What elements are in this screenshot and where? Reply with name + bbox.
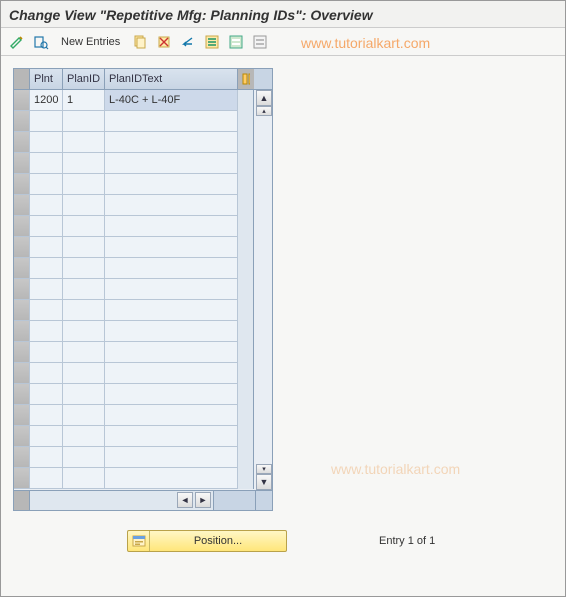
undo-change-icon[interactable] [178, 32, 198, 52]
row-selector[interactable] [14, 384, 30, 405]
row-selector[interactable] [14, 468, 30, 489]
select-all-icon[interactable] [202, 32, 222, 52]
scroll-up-indicator[interactable]: ▴ [256, 106, 272, 116]
data-grid: Plnt PlanID PlanIDText 1200 1 L-40C + L-… [13, 68, 273, 511]
row-selector[interactable] [14, 321, 30, 342]
deselect-all-icon[interactable] [250, 32, 270, 52]
entry-counter: Entry 1 of 1 [379, 535, 435, 547]
copy-as-icon[interactable] [130, 32, 150, 52]
row-selector[interactable] [14, 216, 30, 237]
watermark-text-2: www.tutorialkart.com [331, 461, 460, 477]
hscroll-track[interactable]: ◄ ► [30, 491, 214, 510]
position-label: Position... [150, 535, 286, 547]
cell-plnt[interactable]: 1200 [30, 90, 63, 111]
row-selector[interactable] [14, 132, 30, 153]
position-icon [128, 531, 150, 551]
grid-header: Plnt PlanID PlanIDText [14, 69, 272, 90]
column-config-icon[interactable] [238, 69, 254, 89]
col-planidtext[interactable]: PlanIDText [105, 69, 238, 89]
table-row[interactable]: 1200 1 L-40C + L-40F [14, 90, 272, 111]
footer-corner [14, 491, 30, 510]
scroll-left-button[interactable]: ◄ [177, 492, 193, 508]
footer-end [256, 491, 272, 510]
delete-icon[interactable] [154, 32, 174, 52]
grid-body: 1200 1 L-40C + L-40F [14, 90, 272, 490]
row-selector[interactable] [14, 447, 30, 468]
row-selector[interactable] [14, 300, 30, 321]
cell-planidtext[interactable]: L-40C + L-40F [105, 90, 238, 111]
vscroll-track [238, 90, 254, 111]
page-title: Change View "Repetitive Mfg: Planning ID… [1, 1, 565, 28]
row-selector[interactable] [14, 195, 30, 216]
row-selector[interactable] [14, 426, 30, 447]
footer-spacer [214, 491, 256, 510]
new-entries-button[interactable]: New Entries [55, 34, 126, 50]
col-planid[interactable]: PlanID [63, 69, 105, 89]
row-selector[interactable] [14, 405, 30, 426]
row-selector[interactable] [14, 90, 30, 111]
choose-icon[interactable] [31, 32, 51, 52]
row-selector[interactable] [14, 258, 30, 279]
grid-footer: ◄ ► [14, 490, 272, 510]
row-selector[interactable] [14, 279, 30, 300]
select-all-header[interactable] [14, 69, 30, 89]
select-block-icon[interactable] [226, 32, 246, 52]
footer-bar: Position... Entry 1 of 1 [1, 530, 565, 552]
toolbar: New Entries [1, 28, 565, 56]
scroll-right-button[interactable]: ► [195, 492, 211, 508]
toggle-display-change-icon[interactable] [7, 32, 27, 52]
scroll-down-button[interactable]: ▼ [256, 474, 272, 490]
row-selector[interactable] [14, 237, 30, 258]
position-button[interactable]: Position... [127, 530, 287, 552]
row-selector[interactable] [14, 111, 30, 132]
col-plnt[interactable]: Plnt [30, 69, 63, 89]
app-window: Change View "Repetitive Mfg: Planning ID… [0, 0, 566, 597]
scroll-up-button[interactable]: ▲ [256, 90, 272, 106]
row-selector[interactable] [14, 342, 30, 363]
scroll-down-indicator[interactable]: ▾ [256, 464, 272, 474]
row-selector[interactable] [14, 174, 30, 195]
row-selector[interactable] [14, 153, 30, 174]
row-selector[interactable] [14, 363, 30, 384]
cell-planid[interactable]: 1 [63, 90, 105, 111]
